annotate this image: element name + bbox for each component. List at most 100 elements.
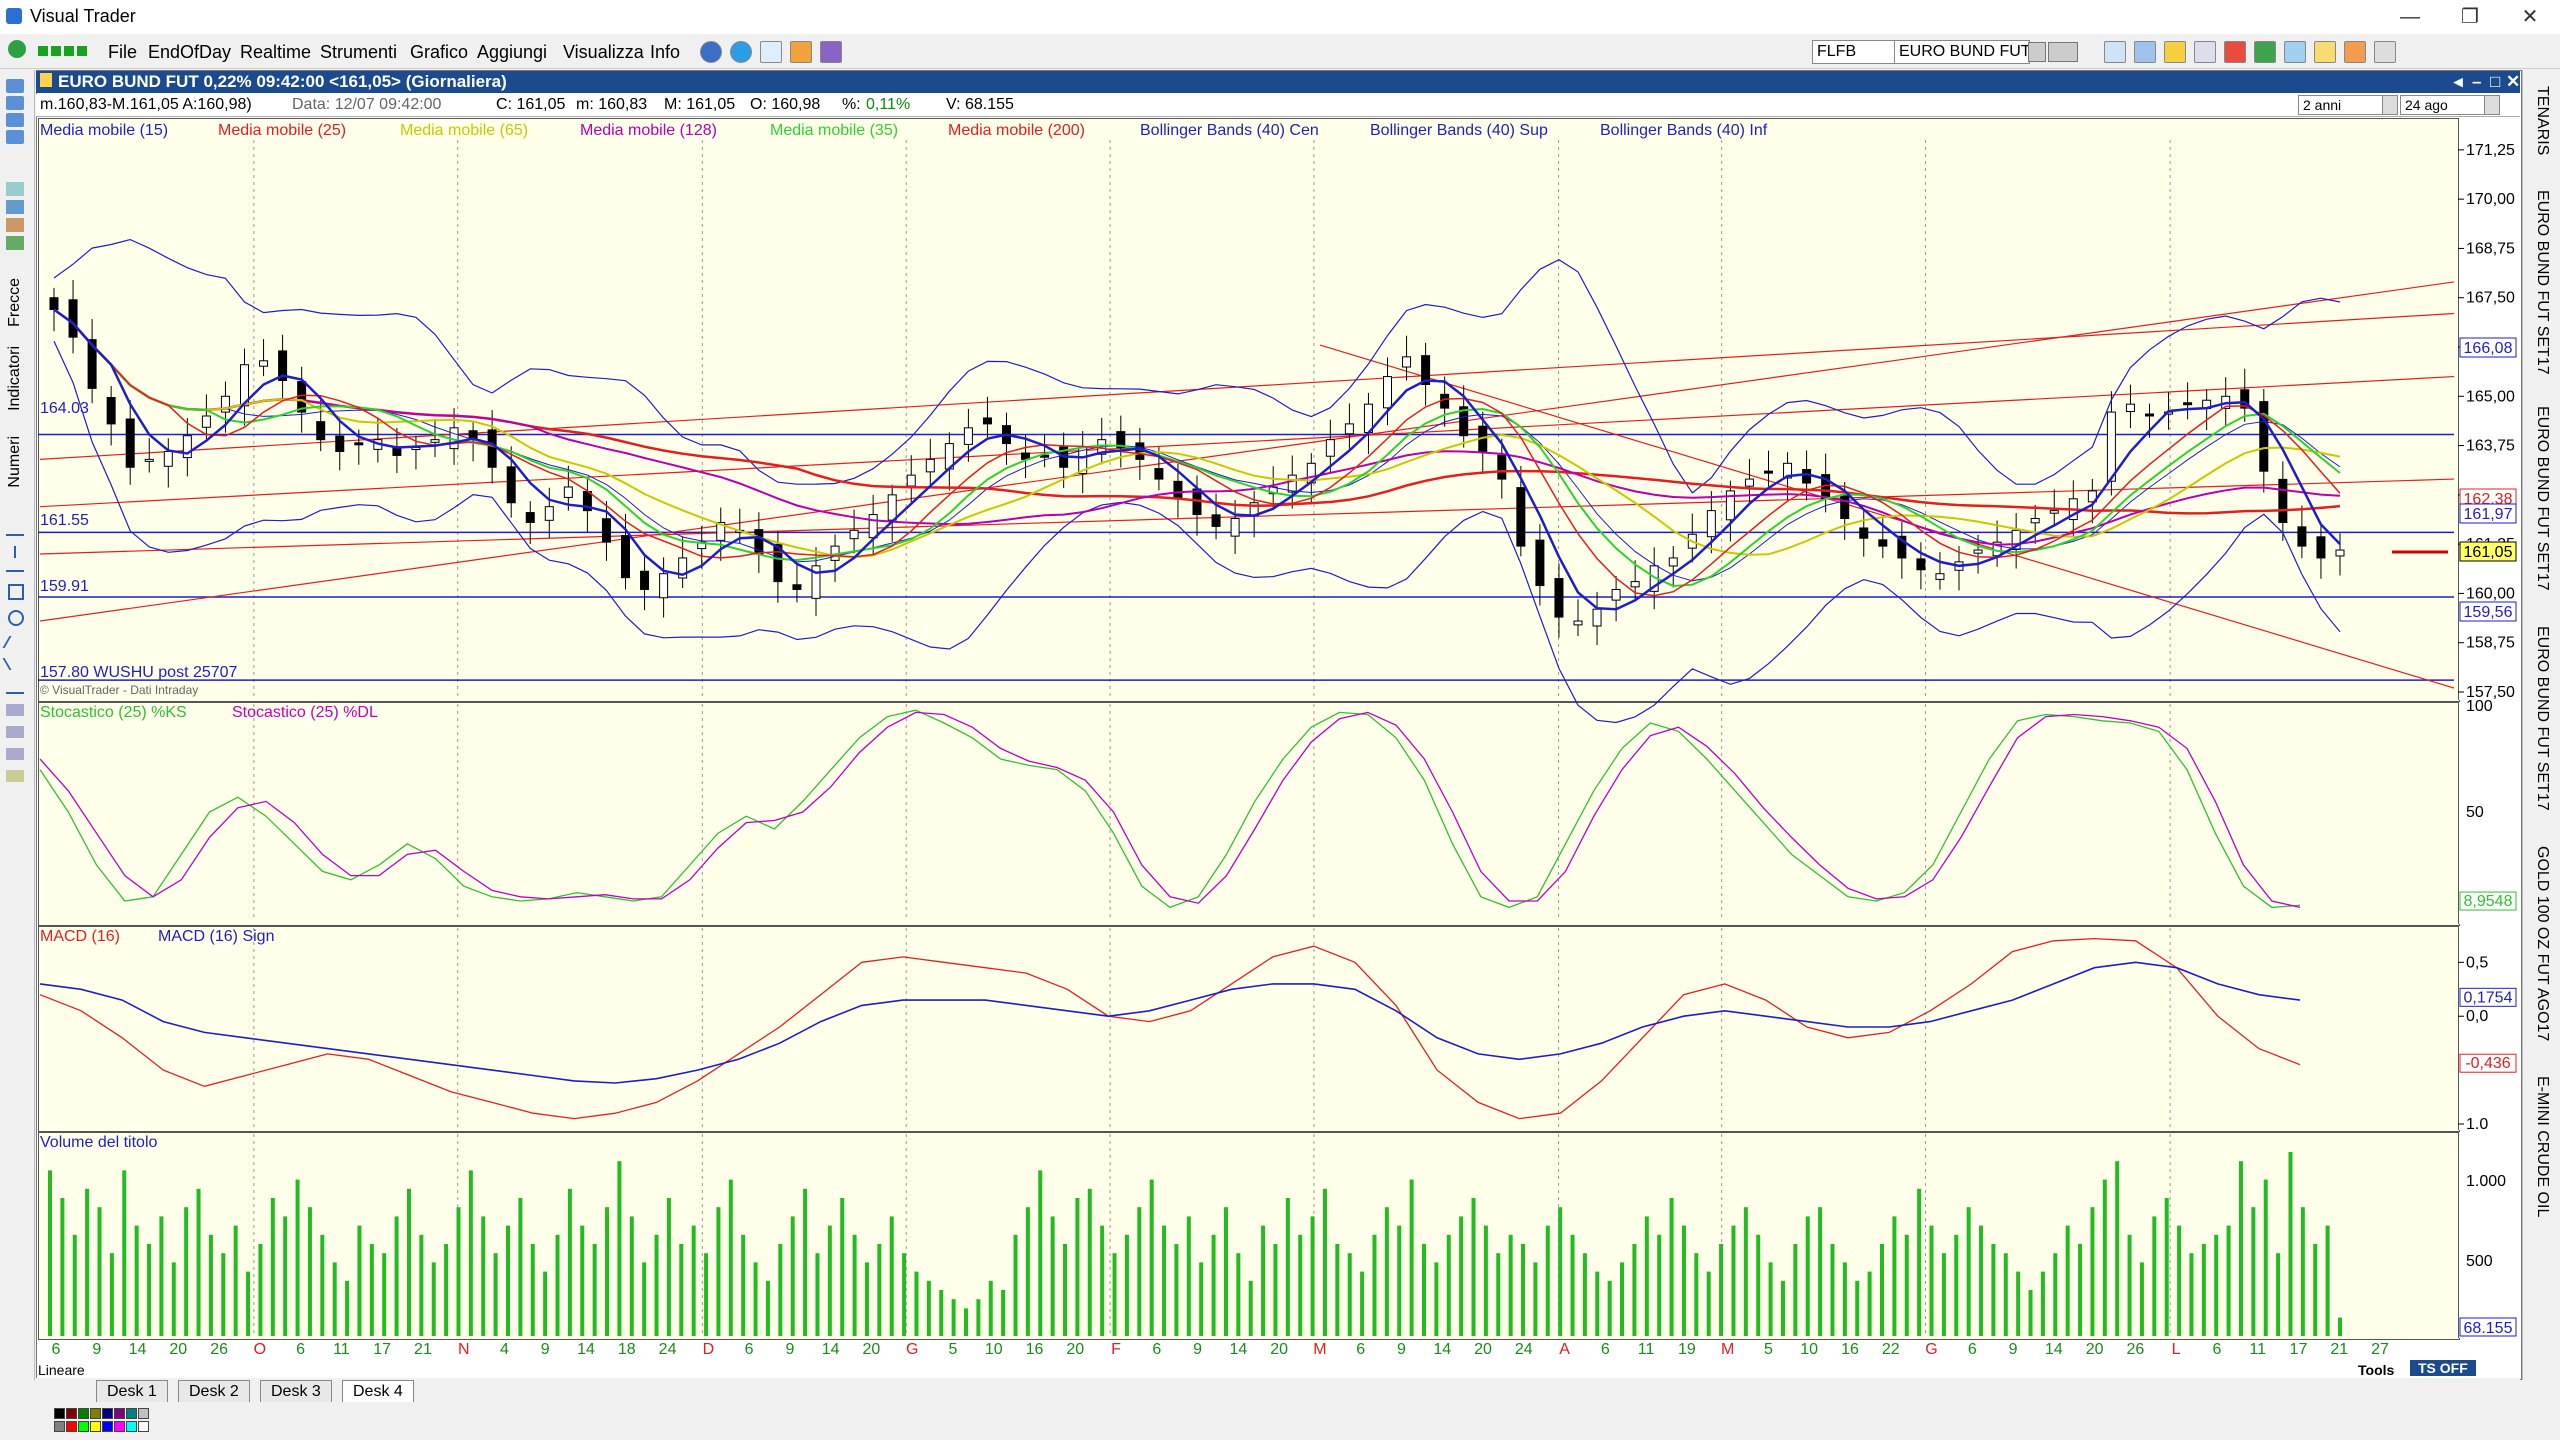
stoch-axis-label: 100 — [2466, 698, 2493, 715]
volume-bar — [864, 1262, 869, 1336]
candle-body — [2259, 401, 2269, 472]
palette-swatch[interactable] — [138, 1421, 149, 1432]
volume-bar — [2090, 1207, 2095, 1336]
volume-bar — [2177, 1225, 2182, 1336]
volume-bar — [1298, 1234, 1303, 1336]
volume-bar — [1422, 1244, 1426, 1336]
palette-swatch[interactable] — [114, 1421, 125, 1432]
legend-bb-sup: Bollinger Bands (40) Sup — [1370, 122, 1548, 139]
palette-swatch[interactable] — [54, 1408, 65, 1419]
volume-bar — [1508, 1234, 1513, 1336]
volume-bar — [1273, 1244, 1278, 1336]
x-axis-label: 14 — [1433, 1341, 1451, 1358]
palette-swatch[interactable] — [126, 1421, 137, 1432]
trendline — [39, 312, 2455, 460]
volume-bar — [2238, 1161, 2243, 1336]
palette-swatch[interactable] — [78, 1421, 89, 1432]
volume-bar — [147, 1244, 152, 1336]
candle-body — [868, 514, 878, 539]
volume-bar — [1261, 1225, 1266, 1336]
x-axis-label: 6 — [1356, 1341, 1365, 1358]
volume-bar — [543, 1271, 548, 1336]
desk-tab-3[interactable]: Desk 3 — [260, 1380, 332, 1404]
volume-bar — [765, 1280, 770, 1336]
volume-bar — [2078, 1244, 2083, 1336]
palette-swatch[interactable] — [138, 1408, 149, 1419]
volume-bar — [481, 1216, 486, 1336]
palette-swatch[interactable] — [66, 1408, 77, 1419]
level-label-3: 159.91 — [40, 578, 89, 595]
volume-bar — [629, 1216, 634, 1336]
candle-body — [2106, 411, 2116, 482]
volume-bar — [926, 1280, 931, 1336]
legend-ma35: Media mobile (35) — [770, 122, 899, 139]
volume-bar — [1731, 1225, 1736, 1336]
x-axis-label: 17 — [373, 1341, 391, 1358]
volume-bar — [2164, 1198, 2169, 1336]
volume-bar — [1607, 1280, 1612, 1336]
volume-bar — [1644, 1216, 1649, 1336]
palette-swatch[interactable] — [54, 1421, 65, 1432]
palette-swatch[interactable] — [126, 1408, 137, 1419]
x-axis-label: F — [1111, 1341, 1121, 1358]
volume-bar — [233, 1225, 238, 1336]
x-axis-label: 16 — [1841, 1341, 1859, 1358]
volume-bar — [2102, 1179, 2107, 1336]
palette-swatch[interactable] — [102, 1421, 113, 1432]
candle-body — [2125, 403, 2135, 413]
volume-bar — [691, 1225, 696, 1336]
palette-swatch[interactable] — [66, 1421, 77, 1432]
desk-tab-1[interactable]: Desk 1 — [96, 1380, 168, 1404]
volume-bar — [444, 1244, 449, 1336]
volume-bar — [2325, 1225, 2330, 1336]
candle-body — [430, 439, 440, 443]
volume-bar — [2152, 1216, 2157, 1336]
price-axis-label: 168,75 — [2466, 240, 2515, 257]
x-axis-label: 24 — [659, 1341, 677, 1358]
desk-tab-4[interactable]: Desk 4 — [342, 1380, 414, 1404]
volume-bar — [1459, 1216, 1464, 1336]
candle-body — [1516, 487, 1526, 547]
macd-axis-label: 0,5 — [2466, 954, 2488, 971]
candle-body — [1706, 510, 1716, 538]
volume-bar — [468, 1170, 473, 1336]
volume-bar — [889, 1216, 894, 1336]
palette-swatch[interactable] — [78, 1408, 89, 1419]
ts-toggle-button[interactable]: TS OFF — [2410, 1360, 2476, 1376]
scale-mode-label[interactable]: Lineare — [38, 1362, 85, 1378]
volume-bar — [580, 1225, 585, 1336]
volume-bar — [1162, 1225, 1167, 1336]
candle-body — [1287, 474, 1297, 493]
x-axis-label: 14 — [1229, 1341, 1247, 1358]
volume-bar — [1521, 1244, 1526, 1336]
candle-body — [2145, 413, 2154, 417]
volume-bar — [2313, 1244, 2318, 1336]
status-bar — [0, 1402, 2560, 1440]
palette-swatch[interactable] — [90, 1408, 101, 1419]
volume-bar — [1595, 1271, 1600, 1336]
volume-bar — [1706, 1271, 1711, 1336]
palette-swatch[interactable] — [114, 1408, 125, 1419]
x-axis-label: M — [1721, 1341, 1734, 1358]
volume-bar — [1979, 1225, 1984, 1336]
volume-bar — [939, 1290, 944, 1336]
x-axis-label: G — [1925, 1341, 1937, 1358]
x-axis-label: 16 — [1026, 1341, 1044, 1358]
palette-swatch[interactable] — [102, 1408, 113, 1419]
volume-bar — [1768, 1262, 1773, 1336]
desk-tab-2[interactable]: Desk 2 — [178, 1380, 250, 1404]
chart-canvas: 171,25170,00168,75167,50166,25165,00163,… — [38, 140, 2517, 1358]
x-axis-label: 22 — [1882, 1341, 1900, 1358]
volume-bar — [307, 1207, 312, 1336]
x-axis-label: 26 — [210, 1341, 228, 1358]
palette-swatch[interactable] — [90, 1421, 101, 1432]
volume-axis-label: 500 — [2466, 1253, 2493, 1270]
volume-bar — [1384, 1207, 1389, 1336]
tools-button[interactable]: Tools — [2358, 1362, 2394, 1378]
stoch-legend-d: Stocastico (25) %DL — [232, 704, 378, 721]
legend-ma200: Media mobile (200) — [948, 122, 1085, 139]
color-palette[interactable] — [54, 1408, 284, 1434]
stoch-value-label: 8,9548 — [2464, 893, 2513, 910]
volume-bar — [1842, 1262, 1847, 1336]
volume-bar — [1199, 1262, 1204, 1336]
